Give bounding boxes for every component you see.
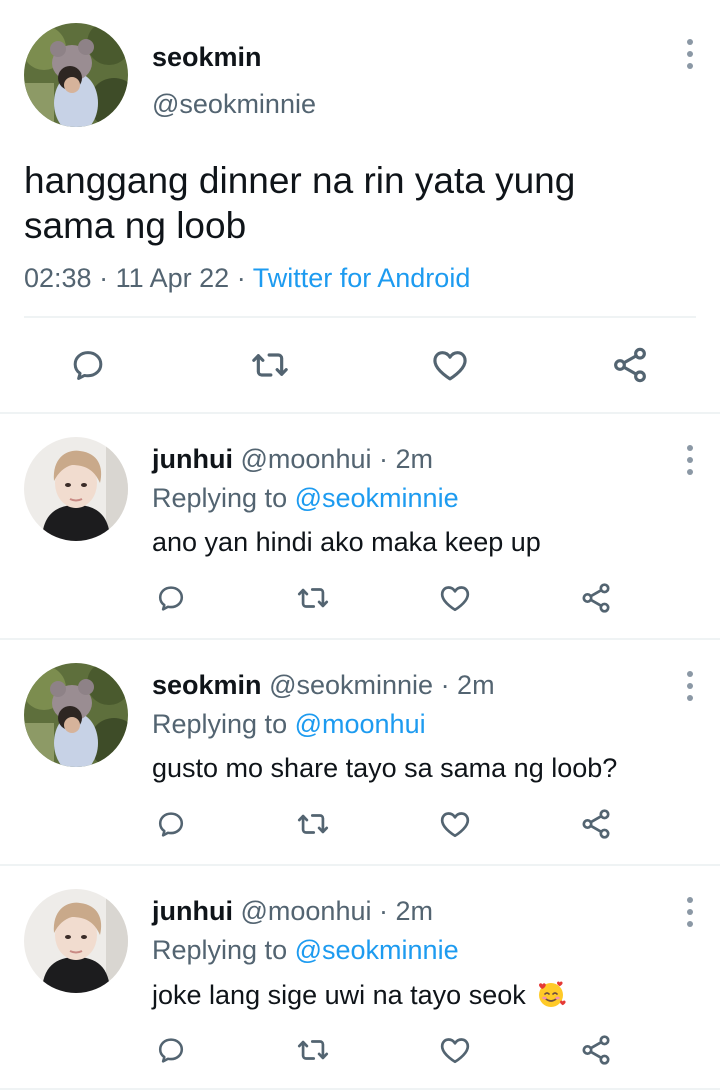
reply-text: gusto mo share tayo sa sama ng loob? (152, 753, 618, 783)
tweet-text-line: hanggang dinner na rin yata yung (24, 160, 576, 201)
avatar-photo (24, 663, 128, 767)
author-handle[interactable]: @seokminnie (269, 670, 433, 700)
reply-text: ano yan hindi ako maka keep up (152, 527, 541, 557)
more-options-icon[interactable] (678, 440, 702, 480)
retweet-icon[interactable] (296, 807, 330, 841)
avatar[interactable] (24, 437, 128, 541)
retweet-icon[interactable] (296, 581, 330, 615)
author-name[interactable]: seokmin (152, 670, 262, 700)
share-icon[interactable] (579, 581, 613, 615)
meta-separator: · (99, 263, 109, 293)
tweet-text: hanggang dinner na rin yata yung sama ng… (24, 158, 575, 248)
divider (0, 412, 720, 414)
replying-to-label: Replying to (152, 483, 288, 513)
divider (0, 864, 720, 866)
replying-to-label: Replying to (152, 935, 288, 965)
avatar-photo (24, 437, 128, 541)
retweet-icon[interactable] (296, 1033, 330, 1067)
reply-header: seokmin @seokminnie · 2m (152, 669, 495, 701)
divider (24, 316, 696, 318)
reply-time: · 2m (379, 444, 433, 474)
like-icon[interactable] (438, 807, 472, 841)
more-options-icon[interactable] (678, 34, 702, 74)
reply-icon[interactable] (154, 581, 188, 615)
share-icon[interactable] (579, 1033, 613, 1067)
avatar[interactable] (24, 663, 128, 767)
tweet-date: 11 Apr 22 (115, 263, 230, 293)
author-handle[interactable]: @moonhui (241, 896, 372, 926)
reply-time: · 2m (440, 670, 495, 700)
replying-to-handle[interactable]: @seokminnie (295, 935, 459, 965)
avatar-photo (24, 23, 128, 127)
share-icon[interactable] (579, 807, 613, 841)
retweet-icon[interactable] (250, 345, 290, 385)
reply-time: · 2m (379, 896, 433, 926)
replying-to-handle[interactable]: @seokminnie (295, 483, 459, 513)
meta-separator: · (236, 263, 246, 293)
divider (0, 1088, 720, 1090)
more-options-icon[interactable] (678, 666, 702, 706)
replying-to-handle[interactable]: @moonhui (295, 709, 426, 739)
author-name[interactable]: junhui (152, 444, 233, 474)
avatar-photo (24, 889, 128, 993)
reply-header: junhui @moonhui · 2m (152, 895, 433, 927)
tweet-source-link[interactable]: Twitter for Android (253, 263, 471, 293)
like-icon[interactable] (438, 581, 472, 615)
reply-text-row: joke lang sige uwi na tayo seok 🥰 (152, 978, 567, 1011)
author-handle[interactable]: @seokminnie (152, 88, 316, 120)
reply-header: junhui @moonhui · 2m (152, 443, 433, 475)
author-name[interactable]: seokmin (152, 41, 262, 73)
replying-to-label: Replying to (152, 709, 288, 739)
divider (0, 638, 720, 640)
share-icon[interactable] (610, 345, 650, 385)
avatar[interactable] (24, 889, 128, 993)
avatar[interactable] (24, 23, 128, 127)
smiling-face-with-hearts-icon (539, 981, 566, 1007)
tweet-meta: 02:38 · 11 Apr 22 · Twitter for Android (24, 262, 470, 294)
tweet-time: 02:38 (24, 263, 92, 293)
replying-to: Replying to @moonhui (152, 708, 426, 740)
like-icon[interactable] (430, 345, 470, 385)
reply-icon[interactable] (154, 1033, 188, 1067)
author-handle[interactable]: @moonhui (241, 444, 372, 474)
replying-to: Replying to @seokminnie (152, 482, 459, 514)
author-name[interactable]: junhui (152, 896, 233, 926)
like-icon[interactable] (438, 1033, 472, 1067)
reply-icon[interactable] (68, 345, 108, 385)
replying-to: Replying to @seokminnie (152, 934, 459, 966)
reply-text: joke lang sige uwi na tayo seok (152, 980, 526, 1010)
reply-icon[interactable] (154, 807, 188, 841)
tweet-text-line: sama ng loob (24, 205, 247, 246)
more-options-icon[interactable] (678, 892, 702, 932)
